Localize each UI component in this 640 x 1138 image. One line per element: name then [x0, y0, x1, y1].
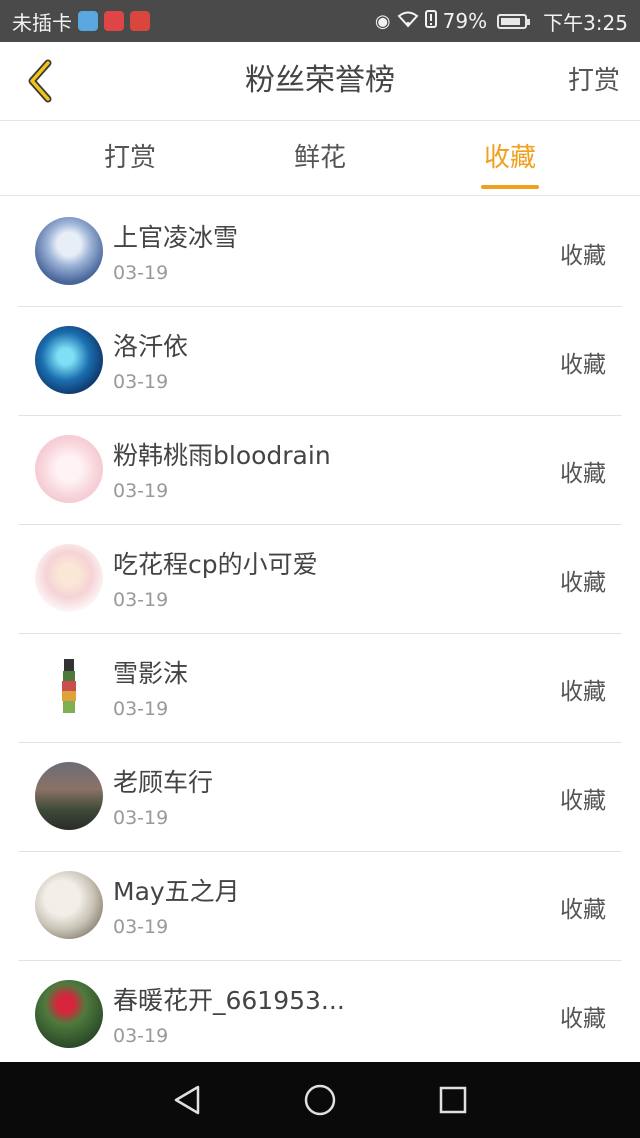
- fan-date: 03-19: [113, 916, 169, 938]
- fan-date: 03-19: [113, 589, 169, 611]
- list-item[interactable]: 老顾车行 03-19 收藏: [18, 743, 622, 852]
- app-notification-icon: [78, 11, 98, 31]
- tab-label: 鲜花: [293, 143, 346, 173]
- alert-icon: [424, 9, 437, 33]
- avatar: [35, 980, 103, 1048]
- tab-flowers[interactable]: 鲜花: [250, 121, 390, 195]
- fan-action: 收藏: [560, 461, 606, 487]
- shop-notification-icon: [104, 11, 124, 31]
- nav-recent-button[interactable]: [433, 1080, 473, 1120]
- avatar: [35, 762, 103, 830]
- fan-date: 03-19: [113, 262, 169, 284]
- avatar: [35, 217, 103, 285]
- avatar: [35, 435, 103, 503]
- tab-bar: 打赏 鲜花 收藏: [0, 121, 640, 196]
- list-item[interactable]: 粉韩桃雨bloodrain 03-19 收藏: [18, 416, 622, 525]
- battery-icon: [497, 13, 531, 29]
- fan-action: 收藏: [560, 352, 606, 378]
- book-notification-icon: [130, 11, 150, 31]
- list-item[interactable]: 雪影沫 03-19 收藏: [18, 634, 622, 743]
- fan-action: 收藏: [560, 679, 606, 705]
- fan-name: 上官凌冰雪: [113, 223, 239, 252]
- page-title: 粉丝荣誉榜: [245, 63, 395, 98]
- reward-button[interactable]: 打赏: [568, 42, 620, 120]
- fan-date: 03-19: [113, 480, 169, 502]
- fan-name: 吃花程cp的小可爱: [113, 550, 318, 579]
- fan-date: 03-19: [113, 371, 169, 393]
- fan-name: 春暖花开_661953...: [113, 986, 345, 1015]
- fan-action: 收藏: [560, 1006, 606, 1032]
- avatar: [35, 544, 103, 612]
- status-bar-left: 未插卡: [12, 7, 150, 36]
- fan-action: 收藏: [560, 788, 606, 814]
- avatar: [35, 653, 103, 721]
- fan-date: 03-19: [113, 698, 169, 720]
- fan-action: 收藏: [560, 570, 606, 596]
- status-bar: 未插卡 ◉ 79% 下午3:25: [0, 0, 640, 42]
- circle-home-icon: [304, 1084, 336, 1116]
- fan-action: 收藏: [560, 897, 606, 923]
- tab-label: 打赏: [103, 143, 156, 173]
- list-item[interactable]: 洛汘依 03-19 收藏: [18, 307, 622, 416]
- fan-name: May五之月: [113, 877, 240, 906]
- triangle-back-icon: [174, 1085, 199, 1115]
- fan-name: 雪影沫: [113, 659, 189, 688]
- list-item[interactable]: 上官凌冰雪 03-19 收藏: [18, 198, 622, 307]
- battery-percent: 79%: [442, 9, 488, 33]
- fan-name: 老顾车行: [113, 768, 214, 797]
- list-item[interactable]: May五之月 03-19 收藏: [18, 852, 622, 961]
- fan-action: 收藏: [560, 243, 606, 269]
- nav-home-button[interactable]: [300, 1080, 340, 1120]
- nav-back-button[interactable]: [167, 1080, 207, 1120]
- status-bar-right: ◉ 79% 下午3:25: [375, 7, 628, 36]
- fan-date: 03-19: [113, 1025, 169, 1047]
- square-recent-icon: [440, 1086, 467, 1114]
- system-nav-bar: [0, 1062, 640, 1138]
- fan-date: 03-19: [113, 807, 169, 829]
- tab-reward[interactable]: 打赏: [60, 121, 200, 195]
- list-item[interactable]: 春暖花开_661953... 03-19 收藏: [18, 961, 622, 1070]
- eye-icon: ◉: [374, 10, 391, 32]
- avatar: [35, 871, 103, 939]
- active-tab-indicator: [481, 185, 539, 189]
- fan-list: 上官凌冰雪 03-19 收藏 洛汘依 03-19 收藏 粉韩桃雨bloodrai…: [0, 198, 640, 1070]
- wifi-icon: [397, 10, 419, 33]
- clock: 下午3:25: [543, 10, 628, 35]
- carrier-text: 未插卡: [12, 10, 72, 35]
- avatar-figure: [62, 659, 76, 713]
- tab-favorites[interactable]: 收藏: [440, 121, 580, 195]
- fan-name: 洛汘依: [113, 332, 189, 361]
- avatar: [35, 326, 103, 394]
- list-item[interactable]: 吃花程cp的小可爱 03-19 收藏: [18, 525, 622, 634]
- fan-name: 粉韩桃雨bloodrain: [113, 441, 331, 470]
- app-header: 粉丝荣誉榜 打赏: [0, 42, 640, 121]
- tab-label: 收藏: [483, 143, 536, 173]
